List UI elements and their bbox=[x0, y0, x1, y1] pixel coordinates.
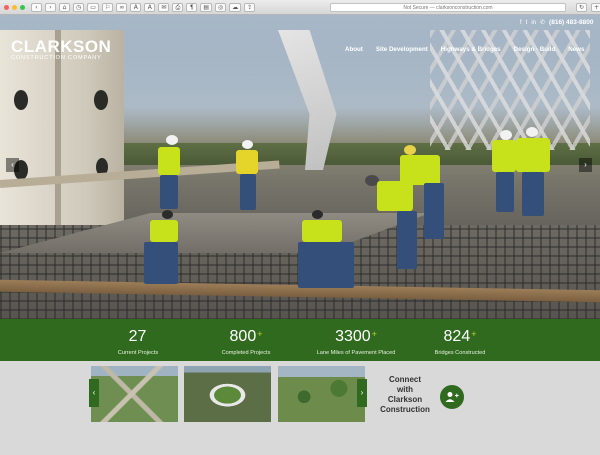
share-icon[interactable]: ⇪ bbox=[244, 2, 256, 12]
connect-link[interactable]: Connect with Clarkson Construction bbox=[376, 375, 434, 415]
stats-band: 27 Current Projects 800+ Completed Proje… bbox=[0, 319, 600, 361]
stat-lane-miles: 3300+ Lane Miles of Pavement Placed bbox=[308, 325, 404, 357]
stat-plus: + bbox=[471, 329, 477, 339]
nav-item-site-development[interactable]: Site Development bbox=[376, 46, 428, 53]
logo-main-text: CLARKSON bbox=[11, 37, 112, 56]
hero-prev-button[interactable]: ‹ bbox=[6, 158, 19, 172]
extensions-icon[interactable]: ◎ bbox=[215, 2, 227, 12]
forward-icon[interactable]: › bbox=[45, 2, 56, 12]
stat-value: 800 bbox=[229, 328, 257, 345]
mail-icon[interactable]: ✉ bbox=[158, 2, 170, 12]
zoom-in-button[interactable]: A bbox=[144, 2, 156, 12]
gallery-prev-button[interactable]: ‹ bbox=[89, 379, 99, 407]
nav-item-news[interactable]: News bbox=[568, 46, 584, 53]
browser-toolbar: ‹ › ⌂ ◷ ▭ ⚐ ∞ A A ✉ ⎙ ¶ ▤ ◎ ☁ ⇪ Not Secu… bbox=[0, 0, 600, 15]
sidebar-icon[interactable]: ▭ bbox=[87, 2, 99, 12]
gallery-next-button[interactable]: › bbox=[357, 379, 367, 407]
back-icon[interactable]: ‹ bbox=[31, 2, 42, 12]
add-tab-icon[interactable]: + bbox=[591, 3, 600, 12]
nav-item-highways-bridges[interactable]: Highways & Bridges bbox=[441, 46, 501, 53]
project-thumbnail-development[interactable] bbox=[278, 366, 365, 422]
project-gallery: ‹ › Connect with Clarkson Construction bbox=[0, 361, 600, 455]
close-window-icon[interactable] bbox=[4, 4, 9, 10]
print-icon[interactable]: ⎙ bbox=[172, 2, 184, 12]
connect-line: with bbox=[397, 385, 413, 394]
bookmarks-icon[interactable]: ⚐ bbox=[101, 2, 114, 12]
connect-line: Construction bbox=[380, 405, 430, 414]
stat-current-projects: 27 Current Projects bbox=[98, 325, 178, 357]
stat-plus: + bbox=[371, 329, 377, 339]
main-nav: About Site Development Highways & Bridge… bbox=[345, 46, 584, 53]
home-icon[interactable]: ⌂ bbox=[59, 2, 70, 12]
minimize-window-icon[interactable] bbox=[12, 4, 17, 10]
stat-value: 3300 bbox=[335, 328, 371, 345]
stat-completed-projects: 800+ Completed Projects bbox=[206, 325, 286, 357]
project-thumbnail-interchange[interactable] bbox=[91, 366, 178, 422]
company-logo[interactable]: CLARKSON CONSTRUCTION COMPANY bbox=[11, 38, 111, 62]
stat-plus: + bbox=[257, 329, 263, 339]
phone-number[interactable]: (816) 483-8800 bbox=[549, 19, 593, 26]
reload-icon[interactable]: ↻ bbox=[576, 3, 588, 12]
notes-icon[interactable]: ▤ bbox=[200, 2, 213, 12]
maximize-window-icon[interactable] bbox=[20, 4, 25, 10]
stat-label: Bridges Constructed bbox=[434, 350, 486, 356]
reader-icon[interactable]: ¶ bbox=[186, 2, 198, 12]
phone-icon: ✆ bbox=[540, 20, 546, 26]
project-thumbnail-stadium[interactable] bbox=[184, 366, 271, 422]
cloud-icon[interactable]: ☁ bbox=[229, 2, 242, 12]
stat-label: Lane Miles of Pavement Placed bbox=[316, 350, 396, 356]
twitter-icon[interactable]: t bbox=[526, 20, 528, 26]
stat-label: Current Projects bbox=[117, 350, 159, 356]
stat-bridges-constructed: 824+ Bridges Constructed bbox=[420, 325, 500, 357]
connect-line: Connect bbox=[389, 375, 421, 384]
social-bar: f t in ✆ (816) 483-8800 bbox=[520, 19, 598, 26]
stat-value: 27 bbox=[128, 328, 147, 345]
history-icon[interactable]: ◷ bbox=[73, 2, 85, 12]
nav-item-design-build[interactable]: Design - Build bbox=[514, 46, 556, 53]
hero-next-button[interactable]: › bbox=[579, 158, 592, 172]
address-bar[interactable]: Not Secure — clarksonconstruction.com bbox=[330, 3, 566, 12]
connect-line: Clarkson bbox=[387, 395, 423, 404]
zoom-out-button[interactable]: A bbox=[130, 2, 142, 12]
facebook-icon[interactable]: f bbox=[520, 20, 522, 26]
stat-value: 824 bbox=[443, 328, 471, 345]
logo-sub-text: CONSTRUCTION COMPANY bbox=[11, 55, 102, 61]
add-user-icon[interactable] bbox=[440, 385, 464, 409]
linkedin-icon[interactable]: in bbox=[531, 20, 536, 26]
nav-item-about[interactable]: About bbox=[345, 46, 363, 53]
link-icon[interactable]: ∞ bbox=[116, 2, 128, 12]
stat-label: Completed Projects bbox=[221, 350, 271, 356]
